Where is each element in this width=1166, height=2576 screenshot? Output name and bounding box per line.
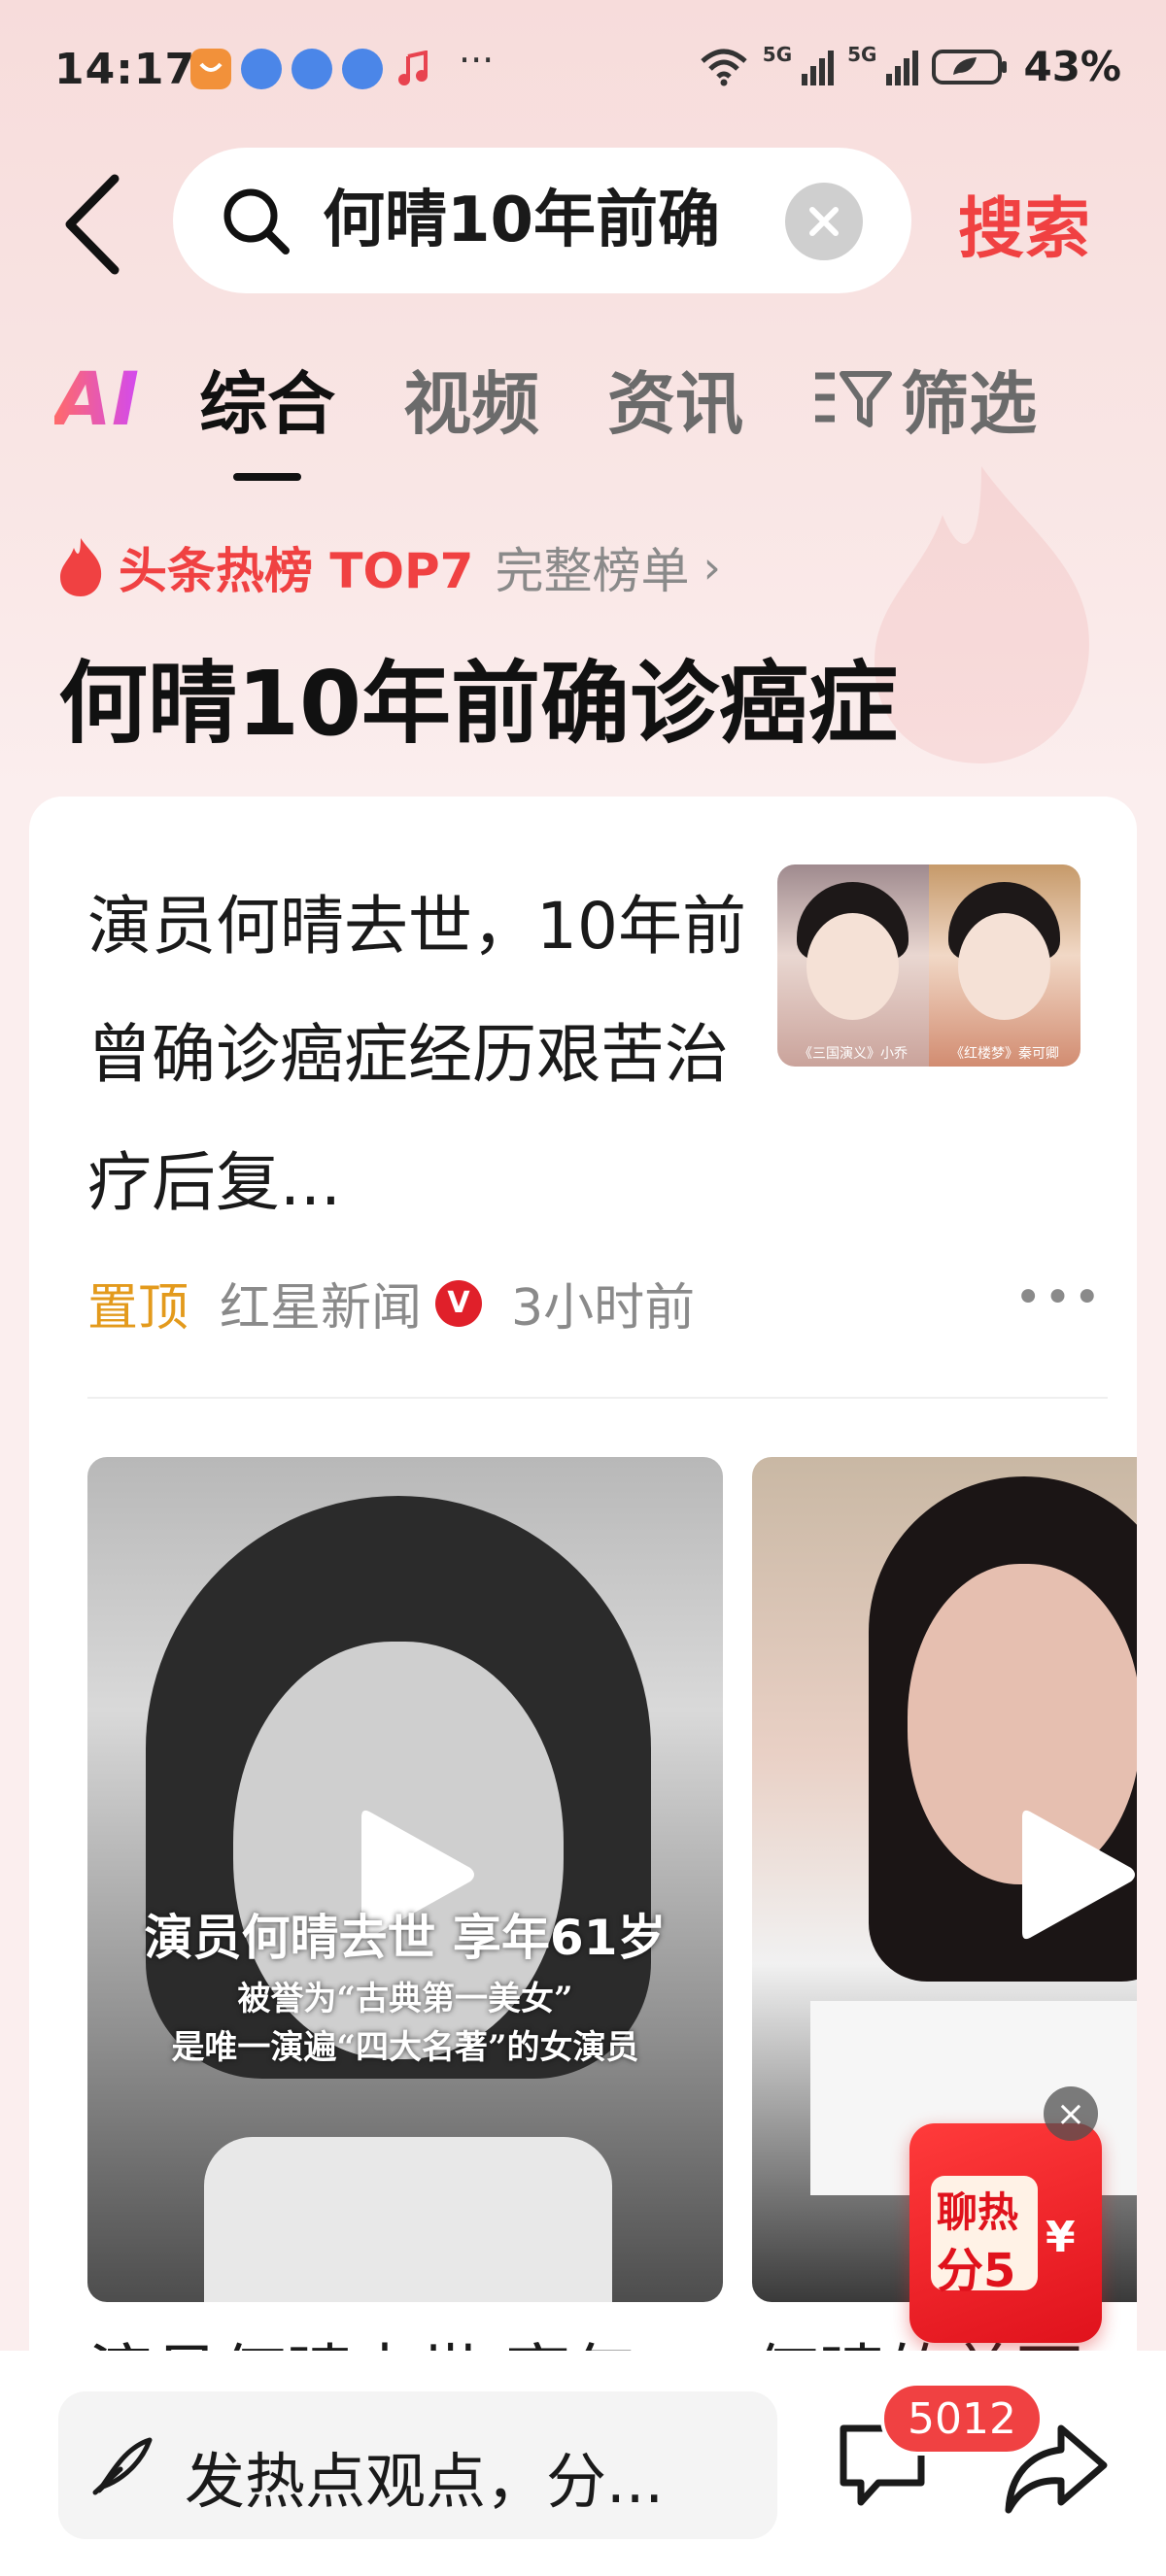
- chat-reward-badge[interactable]: 聊热 分5 ¥: [909, 2123, 1102, 2343]
- filter-icon: [815, 371, 893, 427]
- signal-icon: [886, 49, 919, 85]
- bottom-bar: 发热点观点，分... 5012: [0, 2351, 1166, 2576]
- status-bar: 14:17 ··· 5G 5G 43%: [0, 0, 1166, 146]
- share-icon[interactable]: [1003, 2421, 1110, 2518]
- close-badge-button[interactable]: ×: [1044, 2086, 1098, 2141]
- search-button[interactable]: 搜索: [958, 175, 1090, 271]
- search-icon: [223, 188, 290, 254]
- pinned-badge: 置顶: [87, 1279, 189, 1338]
- battery-icon: [932, 49, 1008, 85]
- filter-button[interactable]: 筛选: [811, 350, 1037, 448]
- search-tabs: AI 综合 视频 资讯 筛选: [54, 350, 1037, 481]
- full-list-link[interactable]: 完整榜单: [495, 532, 689, 602]
- badge-text: 聊热: [937, 2188, 1019, 2236]
- play-icon: [1022, 1810, 1135, 1940]
- video-overlay-line: 是唯一演遍“四大名著”的女演员: [171, 2028, 639, 2067]
- hot-topic-title[interactable]: 何晴10年前确诊癌症: [58, 631, 898, 761]
- chevron-left-icon: [65, 174, 120, 275]
- battery-percent: 43%: [1023, 43, 1121, 90]
- clear-search-button[interactable]: [785, 183, 863, 260]
- tab-ai[interactable]: AI: [54, 356, 139, 442]
- news-time: 3小时前: [511, 1279, 696, 1338]
- hot-list-label: 头条热榜 TOP7: [119, 543, 474, 599]
- divider: [87, 1397, 1108, 1399]
- browser-icon: [292, 49, 332, 89]
- comment-input[interactable]: 发热点观点，分...: [58, 2391, 777, 2539]
- thumbnail-caption: 《红楼梦》秦可卿: [950, 1046, 1059, 1062]
- news-meta: 置顶 红星新闻 V 3小时前: [87, 1267, 695, 1339]
- close-icon: [809, 207, 839, 236]
- thumbnail-image: 《三国演义》小乔: [777, 864, 929, 1067]
- network-type: 5G: [847, 43, 877, 66]
- flame-icon: [60, 538, 102, 596]
- news-source[interactable]: 红星新闻: [220, 1267, 422, 1339]
- search-box[interactable]: 何晴10年前确: [173, 148, 911, 293]
- tab-news[interactable]: 资讯: [607, 350, 743, 448]
- badge-text: 分5: [937, 2244, 1016, 2298]
- tab-video[interactable]: 视频: [403, 350, 539, 448]
- hot-list-row[interactable]: 头条热榜 TOP7 完整榜单 ›: [56, 532, 721, 602]
- video-overlay-title: 演员何晴去世 享年61岁: [144, 1910, 667, 1966]
- chevron-right-icon: ›: [703, 541, 721, 593]
- browser-icon: [342, 49, 383, 89]
- verified-icon: V: [435, 1279, 483, 1327]
- news-thumbnail[interactable]: 《三国演义》小乔 《红楼梦》秦可卿: [777, 864, 1080, 1067]
- music-icon: [393, 49, 433, 89]
- video-thumbnail[interactable]: 演员何晴去世 享年61岁 被誉为“古典第一美女” 是唯一演遍“四大名著”的女演员: [87, 1457, 723, 2302]
- back-button[interactable]: [58, 171, 136, 278]
- status-right: 5G 5G 43%: [699, 43, 1121, 90]
- status-app-icons: [190, 49, 433, 89]
- thumbnail-image: 《红楼梦》秦可卿: [929, 864, 1080, 1067]
- yen-icon: ¥: [1046, 2213, 1076, 2262]
- signal-icon: [802, 49, 835, 85]
- comment-placeholder: 发热点观点，分...: [185, 2446, 665, 2517]
- taobao-icon: [190, 49, 231, 89]
- more-options-icon[interactable]: •••: [1014, 1271, 1103, 1325]
- filter-label: 筛选: [901, 363, 1038, 444]
- search-input[interactable]: 何晴10年前确: [323, 179, 731, 262]
- pen-icon: [92, 2437, 153, 2495]
- status-more-icon: ···: [459, 39, 495, 82]
- news-title[interactable]: 演员何晴去世，10年前曾确诊癌症经历艰苦治疗后复...: [87, 863, 777, 1247]
- thumbnail-caption: 《三国演义》小乔: [799, 1046, 908, 1062]
- tab-comprehensive[interactable]: 综合: [199, 350, 335, 481]
- browser-icon: [241, 49, 282, 89]
- status-time: 14:17: [54, 45, 196, 94]
- video-overlay-line: 被誉为“古典第一美女”: [237, 1980, 573, 2018]
- network-type: 5G: [762, 43, 793, 66]
- wifi-icon: [701, 49, 747, 85]
